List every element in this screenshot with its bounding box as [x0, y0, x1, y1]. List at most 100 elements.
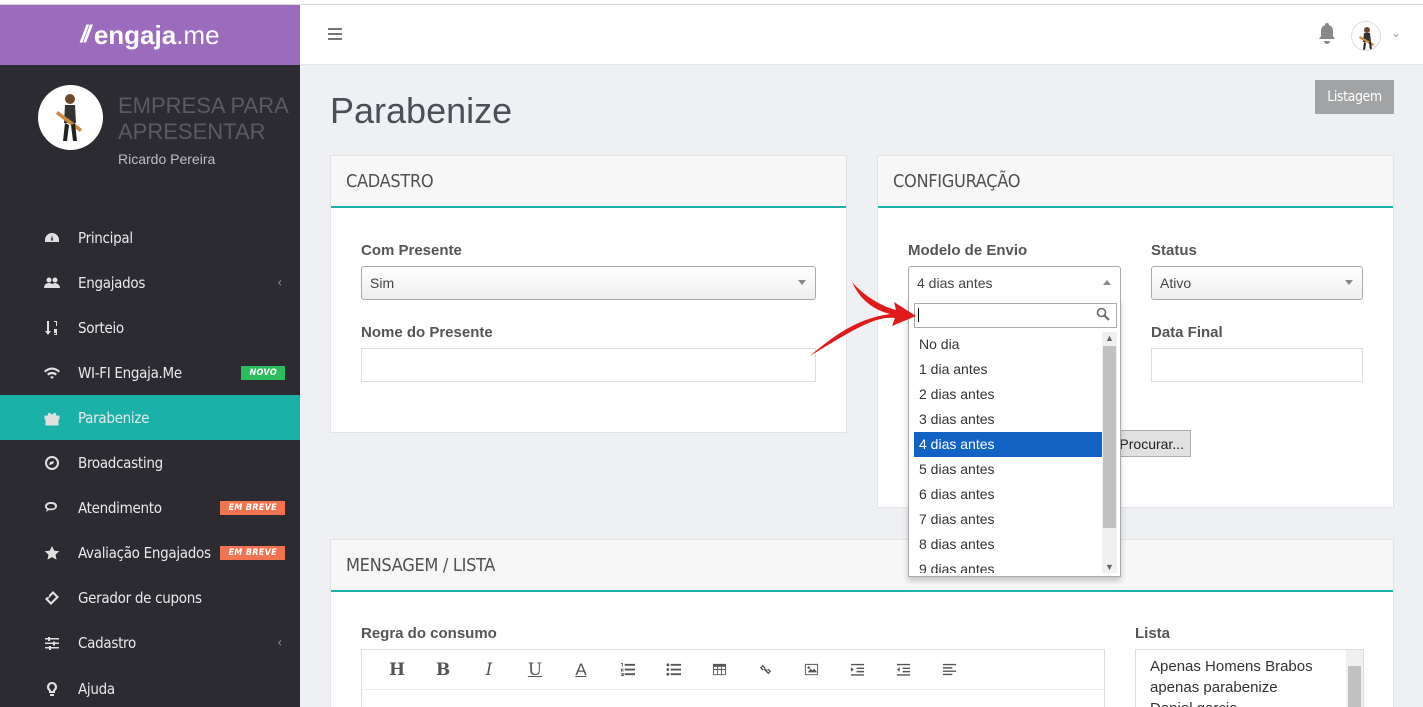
- dropdown-option-selected[interactable]: 4 dias antes: [914, 432, 1102, 457]
- scroll-up-icon[interactable]: ▲: [1105, 333, 1114, 343]
- logo-mark: //: [80, 21, 90, 48]
- modelo-envio-select[interactable]: 4 dias antes: [908, 266, 1121, 300]
- caret-up-icon: [1103, 280, 1111, 285]
- ordered-list-icon[interactable]: [604, 655, 650, 685]
- app-logo[interactable]: // engaja .me: [0, 5, 300, 65]
- sidebar-item-cupons[interactable]: Gerador de cupons: [0, 575, 300, 620]
- com-presente-select[interactable]: Sim: [361, 266, 816, 300]
- page-title: Parabenize: [330, 90, 513, 131]
- sidebar-item-broadcasting[interactable]: Broadcasting: [0, 440, 300, 485]
- sidebar-item-label: Avaliação Engajados: [78, 543, 211, 562]
- align-left-icon[interactable]: [926, 655, 972, 685]
- chevron-left-icon: ‹: [277, 634, 282, 651]
- table-icon[interactable]: [696, 655, 742, 685]
- sidebar-item-principal[interactable]: Principal: [0, 215, 300, 260]
- chevron-down-icon[interactable]: ⌄: [1391, 26, 1401, 40]
- com-presente-value: Sim: [370, 275, 395, 291]
- dropdown-option[interactable]: 6 dias antes: [914, 482, 1102, 507]
- dropdown-option[interactable]: 5 dias antes: [914, 457, 1102, 482]
- caret-down-icon: [1345, 280, 1353, 285]
- comments-icon: [0, 500, 78, 516]
- red-arrow-annotation: [810, 282, 916, 356]
- sort-numeric-icon: [0, 320, 78, 336]
- sidebar-item-engajados[interactable]: Engajados ‹: [0, 260, 300, 305]
- bell-icon[interactable]: [1317, 22, 1337, 49]
- users-icon: [0, 275, 78, 291]
- outdent-icon[interactable]: [880, 655, 926, 685]
- sidebar-item-label: Broadcasting: [78, 453, 163, 472]
- profile-avatar[interactable]: [38, 85, 103, 150]
- sidebar-item-label: WI-FI Engaja.Me: [78, 363, 182, 382]
- italic-icon[interactable]: I: [466, 655, 512, 685]
- data-final-label: Data Final: [1151, 324, 1223, 341]
- lista-scrollbar[interactable]: [1346, 650, 1363, 707]
- coming-soon-badge: EM BREVE: [220, 500, 285, 515]
- dropdown-option[interactable]: 2 dias antes: [914, 382, 1102, 407]
- sliders-icon: [0, 635, 78, 651]
- sidebar-item-atendimento[interactable]: Atendimento EM BREVE: [0, 485, 300, 530]
- modelo-envio-value: 4 dias antes: [917, 275, 993, 291]
- user-avatar[interactable]: [1351, 21, 1381, 51]
- sidebar-item-cadastro[interactable]: Cadastro ‹: [0, 620, 300, 665]
- sidebar-item-label: Ajuda: [78, 679, 115, 698]
- sidebar-item-label: Parabenize: [78, 408, 150, 427]
- procurar-button[interactable]: Procurar...: [1110, 430, 1191, 457]
- wifi-icon: [0, 365, 78, 381]
- underline-icon[interactable]: U: [512, 655, 558, 685]
- dropdown-search-input[interactable]: [914, 303, 1117, 328]
- list-item[interactable]: Daniel garcia: [1136, 698, 1363, 707]
- mensagem-panel-title: MENSAGEM / LISTA: [331, 540, 1393, 592]
- nome-presente-label: Nome do Presente: [361, 324, 493, 341]
- image-icon[interactable]: [788, 655, 834, 685]
- editor-toolbar: H B I U A: [361, 649, 1105, 690]
- modelo-envio-label: Modelo de Envio: [908, 242, 1028, 259]
- com-presente-label: Com Presente: [361, 242, 462, 259]
- bold-icon[interactable]: B: [420, 655, 466, 685]
- sidebar-item-label: Cadastro: [78, 633, 136, 652]
- sidebar: // engaja .me EMPRESA PARA APRESENTAR Ric…: [0, 5, 300, 707]
- sidebar-item-label: Engajados: [78, 273, 146, 292]
- sidebar-item-parabenize[interactable]: Parabenize: [0, 395, 300, 440]
- dropdown-option[interactable]: No dia: [914, 332, 1102, 357]
- dropdown-option[interactable]: 8 dias antes: [914, 532, 1102, 557]
- sidebar-item-sorteio[interactable]: Sorteio: [0, 305, 300, 350]
- sidebar-item-label: Sorteio: [78, 318, 124, 337]
- unordered-list-icon[interactable]: [650, 655, 696, 685]
- nome-presente-input[interactable]: [361, 348, 816, 382]
- dropdown-scrollbar[interactable]: ▲ ▼: [1102, 332, 1117, 573]
- listagem-button[interactable]: Listagem: [1315, 80, 1394, 114]
- user-name: Ricardo Pereira: [118, 151, 216, 167]
- heading-icon[interactable]: H: [374, 655, 420, 685]
- sidebar-item-wifi[interactable]: WI-FI Engaja.Me NOVO: [0, 350, 300, 395]
- top-header: [300, 5, 1423, 65]
- lista-select[interactable]: Apenas Homens Brabos apenas parabenize D…: [1135, 649, 1364, 707]
- dropdown-option[interactable]: 9 dias antes: [914, 557, 1102, 573]
- indent-icon[interactable]: [834, 655, 880, 685]
- dropdown-options: No dia 1 dia antes 2 dias antes 3 dias a…: [914, 332, 1102, 573]
- regra-consumo-editor[interactable]: [361, 690, 1105, 707]
- chevron-left-icon: ‹: [277, 274, 282, 291]
- text-color-icon[interactable]: A: [558, 655, 604, 685]
- status-label: Status: [1151, 242, 1197, 259]
- sidebar-item-avaliacao[interactable]: Avaliação Engajados EM BREVE: [0, 530, 300, 575]
- sidebar-item-label: Atendimento: [78, 498, 162, 517]
- status-select[interactable]: Ativo: [1151, 266, 1363, 300]
- list-item[interactable]: Apenas Homens Brabos: [1136, 656, 1363, 677]
- lightbulb-icon: [0, 681, 78, 697]
- configuracao-panel-title: CONFIGURAÇÃO: [878, 156, 1393, 208]
- dropdown-option[interactable]: 1 dia antes: [914, 357, 1102, 382]
- dropdown-option[interactable]: 7 dias antes: [914, 507, 1102, 532]
- sidebar-item-label: Principal: [78, 228, 133, 247]
- logo-bold: engaja: [93, 19, 177, 50]
- dashboard-icon: [0, 230, 78, 246]
- sidebar-item-label: Gerador de cupons: [78, 588, 202, 607]
- list-item[interactable]: apenas parabenize: [1136, 677, 1363, 698]
- dropdown-option[interactable]: 3 dias antes: [914, 407, 1102, 432]
- scrollbar-thumb[interactable]: [1103, 346, 1116, 528]
- data-final-input[interactable]: [1151, 348, 1363, 382]
- hamburger-menu-icon[interactable]: [328, 28, 342, 40]
- star-icon: [0, 545, 78, 561]
- link-icon[interactable]: [742, 655, 788, 685]
- scroll-down-icon[interactable]: ▼: [1105, 562, 1114, 572]
- sidebar-item-ajuda[interactable]: Ajuda: [0, 666, 300, 707]
